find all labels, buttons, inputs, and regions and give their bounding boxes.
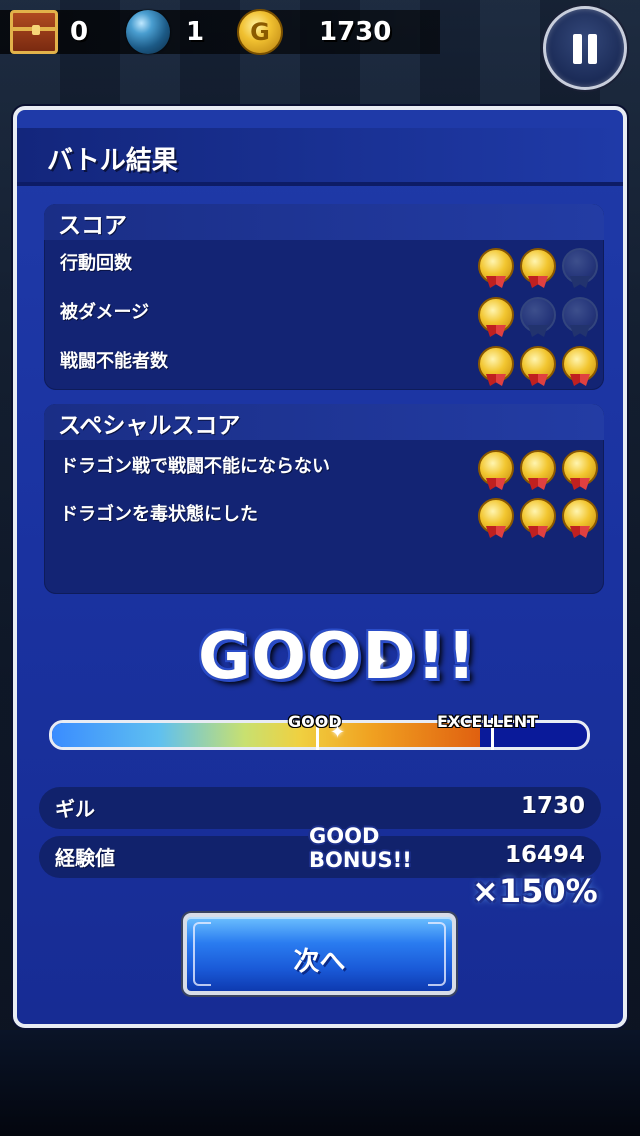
orb-icon bbox=[126, 10, 170, 54]
gold-medal-icon bbox=[478, 248, 514, 288]
medal-row bbox=[478, 346, 598, 386]
gold-medal-icon bbox=[562, 450, 598, 490]
special-panel-title: スペシャルスコア bbox=[58, 413, 241, 439]
medal-row bbox=[478, 248, 598, 288]
treasure-chest-icon bbox=[10, 10, 58, 54]
gil-value: 1730 bbox=[520, 793, 585, 819]
medal-row bbox=[478, 297, 598, 337]
empty-medal-icon bbox=[562, 248, 598, 288]
special-row-label: ドラゴンを毒状態にした bbox=[60, 504, 258, 525]
gold-medal-icon bbox=[478, 498, 514, 538]
medal-row bbox=[478, 450, 598, 490]
orb-count: 1 bbox=[186, 17, 205, 47]
special-panel-header: スペシャルスコア bbox=[44, 404, 604, 440]
next-button-label: 次へ bbox=[293, 947, 346, 977]
rank-text: GOOD!! bbox=[198, 620, 477, 694]
rank-gauge-fill bbox=[52, 723, 480, 747]
medal-row bbox=[478, 498, 598, 538]
bonus-line-1: GOOD bbox=[309, 824, 380, 848]
score-row-label: 被ダメージ bbox=[60, 302, 150, 323]
chest-counter: 0 bbox=[10, 8, 88, 56]
good-bonus-text: GOOD BONUS!! bbox=[309, 824, 412, 872]
score-panel-title: スコア bbox=[58, 213, 127, 239]
gold-medal-icon bbox=[520, 248, 556, 288]
sparkle-icon: ✦ bbox=[330, 722, 346, 743]
status-bar: 0 1 G 1730 bbox=[0, 0, 640, 90]
pause-icon bbox=[573, 34, 582, 64]
special-row-label: ドラゴン戦で戦闘不能にならない bbox=[60, 456, 330, 477]
dialog-title: バトル結果 bbox=[47, 146, 178, 176]
next-button[interactable]: 次へ bbox=[183, 913, 456, 995]
gold-medal-icon bbox=[478, 450, 514, 490]
empty-medal-icon bbox=[520, 297, 556, 337]
scene-floor bbox=[0, 1030, 640, 1136]
gold-medal-icon bbox=[478, 297, 514, 337]
gil-counter: G 1730 bbox=[237, 8, 391, 56]
bonus-multiplier: ×150% bbox=[472, 872, 598, 910]
gil-result-row: ギル 1730 bbox=[39, 787, 601, 829]
score-panel-header: スコア bbox=[44, 204, 604, 240]
gil-label: ギル bbox=[55, 797, 95, 821]
gil-coin-glyph: G bbox=[250, 18, 270, 46]
gold-medal-icon bbox=[520, 498, 556, 538]
pause-icon-bar bbox=[588, 34, 597, 64]
exp-value: 16494 bbox=[504, 842, 585, 868]
special-score-panel: スペシャルスコア ドラゴン戦で戦闘不能にならない ドラゴンを毒状態にした bbox=[44, 404, 604, 594]
chest-count: 0 bbox=[70, 17, 89, 47]
gil-coin-icon: G bbox=[237, 9, 283, 55]
sparkle-icon: ✦ bbox=[370, 650, 389, 675]
score-panel: スコア 行動回数 被ダメージ 戦闘不能者数 bbox=[44, 204, 604, 390]
gold-medal-icon bbox=[520, 450, 556, 490]
gold-medal-icon bbox=[562, 498, 598, 538]
orb-counter: 1 bbox=[126, 8, 204, 56]
gold-medal-icon bbox=[478, 346, 514, 386]
empty-medal-icon bbox=[562, 297, 598, 337]
score-row-label: 戦闘不能者数 bbox=[60, 351, 168, 372]
pause-button[interactable] bbox=[543, 6, 627, 90]
gil-amount: 1730 bbox=[319, 17, 392, 47]
gold-medal-icon bbox=[520, 346, 556, 386]
gold-medal-icon bbox=[562, 346, 598, 386]
gauge-excellent-label: EXCELLENT bbox=[437, 712, 538, 731]
score-row-label: 行動回数 bbox=[60, 253, 132, 274]
exp-label: 経験値 bbox=[55, 846, 115, 870]
bonus-line-2: BONUS!! bbox=[309, 848, 412, 872]
